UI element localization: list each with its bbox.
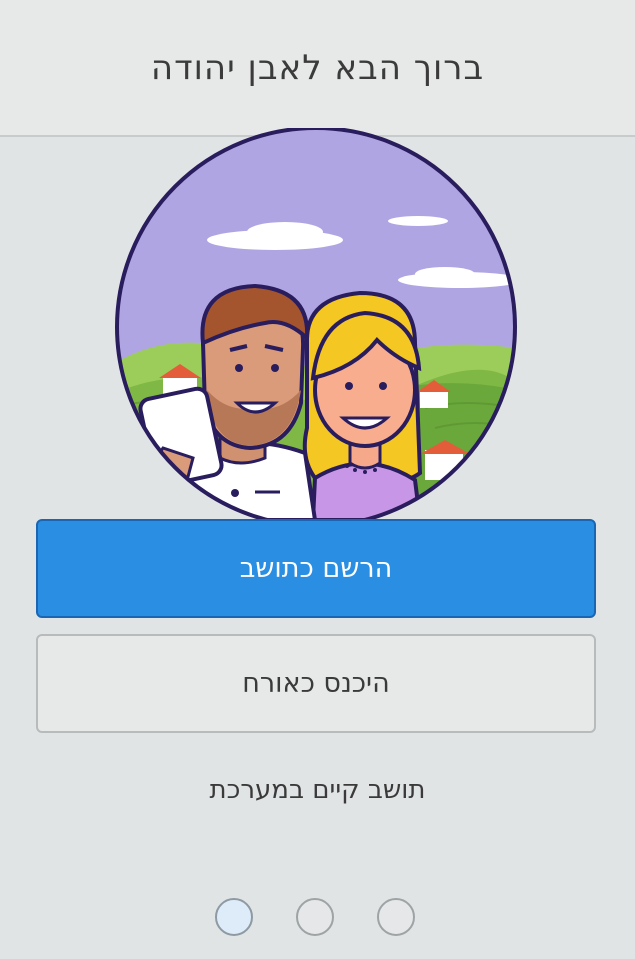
page-dot-1[interactable]: [215, 898, 253, 936]
page-dot-3[interactable]: [377, 898, 415, 936]
register-resident-button[interactable]: הרשם כתושב: [36, 519, 596, 618]
page-indicator: [0, 898, 635, 940]
existing-resident-link[interactable]: תושב קיים במערכת: [0, 775, 635, 805]
page-dot-2[interactable]: [296, 898, 334, 936]
hero-illustration: [115, 128, 517, 520]
enter-as-guest-button[interactable]: היכנס כאורח: [36, 634, 596, 733]
app-header: ברוך הבא לאבן יהודה: [0, 0, 635, 137]
welcome-title: ברוך הבא לאבן יהודה: [150, 47, 485, 88]
couple-selfie-illustration: [115, 128, 517, 520]
